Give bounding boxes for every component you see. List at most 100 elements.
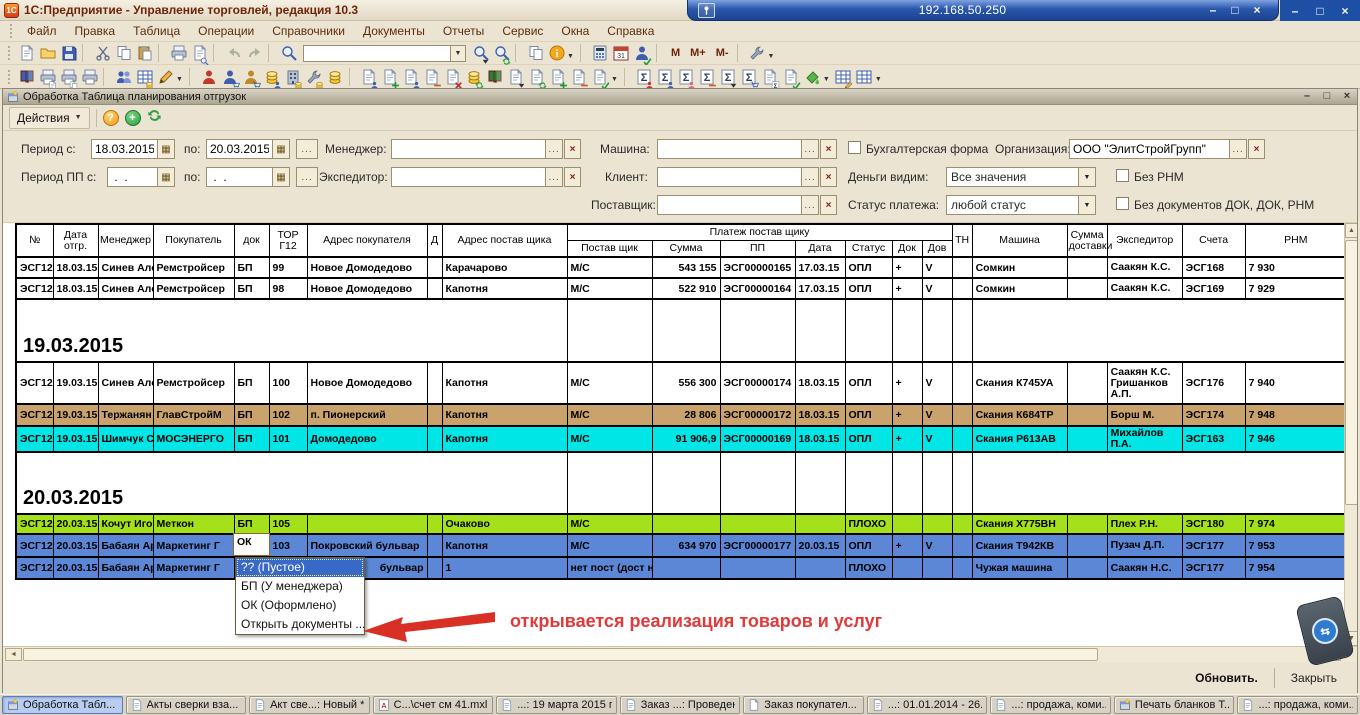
dropdown-item-2[interactable]: ОК (Оформлено) (236, 596, 364, 615)
cell[interactable]: Тержанян (98, 404, 153, 426)
cell[interactable]: 7 948 (1245, 404, 1347, 426)
cell[interactable]: Плех Р.Н. (1107, 514, 1182, 534)
cell[interactable] (427, 404, 442, 426)
cell[interactable]: МОСЭНЕРГО (153, 426, 234, 452)
ellipsis-icon[interactable]: ... (802, 195, 819, 215)
scroll-up-icon[interactable]: ▲ (1345, 223, 1357, 238)
fill-color-caret[interactable]: ▼ (823, 76, 830, 83)
find-settings-icon[interactable] (491, 43, 512, 63)
cell[interactable]: Синев Але (98, 257, 153, 278)
period-to-input[interactable] (206, 139, 273, 159)
cell[interactable] (1067, 404, 1107, 426)
cell[interactable]: Михайлов П.А. (1107, 426, 1182, 452)
calendar-button-icon[interactable]: ▦ (158, 139, 175, 159)
cell[interactable]: ОПЛ (845, 426, 892, 452)
menu-item-8[interactable]: Окна (552, 22, 598, 40)
cell[interactable]: 18.03.15 (53, 278, 98, 299)
payment-status-select[interactable]: любой статус ▼ (946, 195, 1096, 215)
open-document-icon[interactable] (37, 43, 58, 63)
cell[interactable]: ОПЛ (845, 362, 892, 404)
period-pp-from-input[interactable] (107, 167, 158, 187)
cell[interactable]: Капотня (442, 362, 567, 404)
cell[interactable]: М/С (567, 404, 652, 426)
cell[interactable] (795, 514, 845, 534)
cell[interactable] (952, 514, 972, 534)
menu-item-4[interactable]: Справочники (263, 22, 354, 40)
cell[interactable]: V (922, 257, 952, 278)
menu-item-6[interactable]: Отчеты (434, 22, 493, 40)
cell[interactable]: ЭСГ00000172 (720, 404, 795, 426)
cell[interactable]: ЭСГ12 (16, 362, 53, 404)
cell[interactable]: ЭСГ00000165 (720, 257, 795, 278)
processing-window-titlebar[interactable]: Обработка Таблица планирования отгрузок … (3, 89, 1357, 105)
cell[interactable]: 18.03.15 (53, 257, 98, 278)
manager-input[interactable] (391, 139, 546, 159)
clear-icon[interactable]: × (564, 167, 581, 187)
docs-menu-caret[interactable]: ▼ (611, 76, 618, 83)
cell[interactable]: 101 (269, 426, 307, 452)
cell[interactable]: 20.03.15 (795, 534, 845, 557)
cell[interactable]: Пузач Д.П. (1107, 534, 1182, 557)
cell[interactable]: 17.03.15 (795, 278, 845, 299)
restore-icon[interactable]: □ (1310, 4, 1330, 18)
cell[interactable]: ЭСГ12 (16, 426, 53, 452)
cell[interactable]: ЭСГ177 (1182, 557, 1245, 579)
report-book-icon[interactable] (16, 67, 37, 87)
taskbar-button-1[interactable]: Акты сверки вза... (126, 696, 247, 714)
clear-icon[interactable]: × (820, 167, 837, 187)
cell[interactable] (922, 452, 952, 514)
table-settings-caret[interactable]: ▼ (875, 76, 882, 83)
cell[interactable]: 7 953 (1245, 534, 1347, 557)
ellipsis-icon[interactable]: ... (1230, 139, 1247, 159)
cell[interactable]: Меткон (153, 514, 234, 534)
cell[interactable] (952, 257, 972, 278)
calendar-button-icon[interactable]: ▦ (158, 167, 175, 187)
cell[interactable] (652, 452, 720, 514)
cell[interactable]: ЭСГ169 (1182, 278, 1245, 299)
cell[interactable] (795, 299, 845, 362)
taskbar-button-5[interactable]: Заказ ...: Проведен (620, 696, 741, 714)
warehouse-coins-icon[interactable] (283, 67, 304, 87)
group-row[interactable]: 19.03.2015 (16, 299, 1347, 362)
cell[interactable]: ЭСГ177 (1182, 534, 1245, 557)
memory-recall-button[interactable]: M (666, 45, 685, 61)
print-form-icon[interactable] (37, 67, 58, 87)
cell[interactable]: Саакян К.С. (1107, 278, 1182, 299)
cell[interactable]: Капотня (442, 404, 567, 426)
add-icon[interactable]: + (125, 110, 141, 126)
cell[interactable] (952, 362, 972, 404)
menu-item-7[interactable]: Сервис (493, 22, 552, 40)
counterparties-icon[interactable] (113, 67, 134, 87)
cell[interactable] (952, 404, 972, 426)
cell[interactable]: 103 (269, 534, 307, 557)
group-date-cell[interactable]: 20.03.2015 (16, 452, 567, 514)
minimize-icon[interactable]: – (1285, 4, 1305, 18)
cell[interactable]: ЭСГ00000177 (720, 534, 795, 557)
cell[interactable]: 19.03.15 (53, 362, 98, 404)
cell[interactable]: ЭСГ168 (1182, 257, 1245, 278)
cell[interactable]: Синев Але (98, 362, 153, 404)
sum-by-client-icon[interactable] (655, 67, 676, 87)
cell[interactable]: + (892, 426, 922, 452)
close-icon[interactable]: × (1335, 4, 1355, 18)
cell[interactable]: ГлавСтройМ (153, 404, 234, 426)
cell[interactable] (427, 278, 442, 299)
cell[interactable]: 18.03.15 (795, 426, 845, 452)
calendar-icon[interactable] (611, 43, 632, 63)
payment-order-icon[interactable] (443, 67, 464, 87)
cell[interactable]: + (892, 362, 922, 404)
horizontal-scrollbar[interactable]: ◄ ► (3, 646, 1357, 662)
cell[interactable] (892, 299, 922, 362)
doc-plus-icon[interactable] (548, 67, 569, 87)
payment-coins-icon[interactable] (262, 67, 283, 87)
cell[interactable]: ЭСГ180 (1182, 514, 1245, 534)
cell[interactable]: Шимчук Св (98, 426, 153, 452)
close-button[interactable]: Закрыть (1285, 667, 1343, 689)
clear-icon[interactable]: × (820, 195, 837, 215)
service-settings-icon[interactable] (747, 43, 768, 63)
cell[interactable] (720, 299, 795, 362)
cell[interactable] (952, 426, 972, 452)
cell[interactable]: ЭСГ176 (1182, 362, 1245, 404)
cell[interactable] (652, 557, 720, 579)
cell[interactable]: ЭСГ163 (1182, 426, 1245, 452)
